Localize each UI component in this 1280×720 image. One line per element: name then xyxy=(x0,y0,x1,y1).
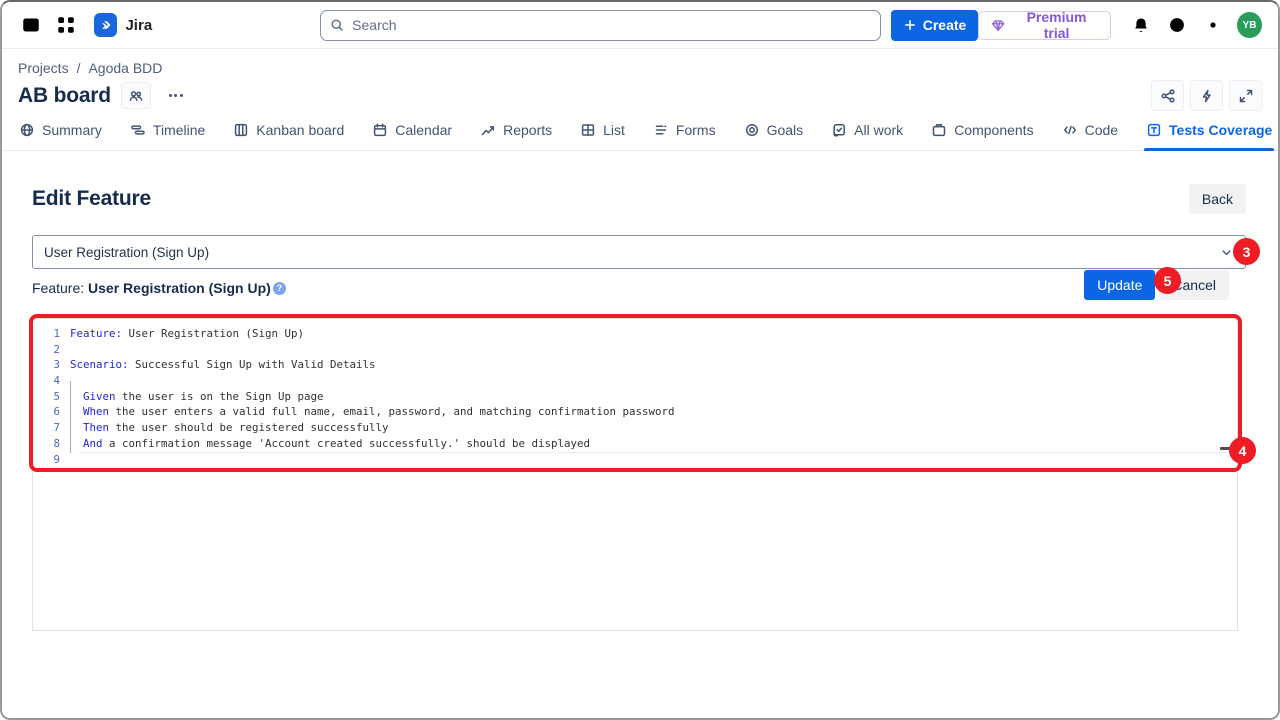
line-number: 1 xyxy=(33,326,60,342)
tests-coverage-panel: Edit Feature Back User Registration (Sig… xyxy=(2,181,1278,631)
diamond-icon xyxy=(990,17,1006,34)
allwork-icon xyxy=(831,122,847,138)
jira-logo[interactable] xyxy=(94,13,117,37)
notifications-bell-icon[interactable] xyxy=(1126,10,1155,40)
tab-list[interactable]: List xyxy=(579,119,626,150)
feature-editor-zone: 1 Feature: User Registration (Sign Up) 23S… xyxy=(32,318,1246,631)
feature-select[interactable]: User Registration (Sign Up) xyxy=(32,235,1246,269)
content-boundary-line xyxy=(79,452,1232,453)
board-header-actions xyxy=(1151,80,1262,111)
tab-components[interactable]: Components xyxy=(930,119,1034,150)
code-line[interactable]: 5 Given the user is on the Sign Up page xyxy=(33,389,1237,405)
code-line[interactable]: 2 xyxy=(33,342,1237,358)
tab-code[interactable]: Code xyxy=(1061,119,1119,150)
fullscreen-expand-icon[interactable] xyxy=(1229,80,1262,111)
gherkin-code-editor[interactable]: 1 Feature: User Registration (Sign Up) 23S… xyxy=(32,318,1238,631)
premium-trial-button[interactable]: Premium trial xyxy=(978,11,1111,40)
line-content: Feature: User Registration (Sign Up) xyxy=(70,326,304,342)
line-content: Given the user is on the Sign Up page xyxy=(70,389,324,405)
share-icon[interactable] xyxy=(1151,80,1184,111)
indent-guide xyxy=(70,381,71,453)
components-icon xyxy=(931,122,947,138)
feature-name-label: Feature: User Registration (Sign Up)? xyxy=(32,270,286,296)
feature-name: User Registration (Sign Up) xyxy=(88,280,271,296)
board-icon xyxy=(233,122,249,138)
search-container xyxy=(320,10,881,41)
code-line[interactable]: 4 xyxy=(33,373,1237,389)
feature-select-value: User Registration (Sign Up) xyxy=(44,245,209,260)
reports-icon xyxy=(480,122,496,138)
breadcrumb-separator: / xyxy=(77,60,81,76)
tab-kanban-board[interactable]: Kanban board xyxy=(232,119,345,150)
back-button[interactable]: Back xyxy=(1189,184,1246,214)
app-window: Jira Create Premium trial YB Projects / … xyxy=(0,0,1280,720)
update-button[interactable]: Update xyxy=(1084,270,1155,300)
feature-help-icon[interactable]: ? xyxy=(273,282,286,295)
app-title: Jira xyxy=(125,17,152,34)
code-line[interactable]: 9 xyxy=(33,452,1237,468)
forms-icon xyxy=(653,122,669,138)
line-content: Scenario: Successful Sign Up with Valid … xyxy=(70,357,376,373)
tab-calendar[interactable]: Calendar xyxy=(371,119,453,150)
tab-summary[interactable]: Summary xyxy=(18,119,103,150)
tab-tests-coverage[interactable]: Tests Coverage xyxy=(1145,119,1273,150)
app-switcher-icon[interactable] xyxy=(51,10,80,40)
code-line[interactable]: 3 Scenario: Successful Sign Up with Valid… xyxy=(33,357,1237,373)
calendar-icon xyxy=(372,122,388,138)
topbar-right-cluster: Premium trial YB xyxy=(978,10,1262,40)
settings-gear-icon[interactable] xyxy=(1198,10,1227,40)
team-members-button[interactable] xyxy=(121,82,151,109)
breadcrumb-project-name[interactable]: Agoda BDD xyxy=(88,60,162,76)
breadcrumb-projects[interactable]: Projects xyxy=(18,60,69,76)
line-number: 7 xyxy=(33,420,60,436)
tab-all-work[interactable]: All work xyxy=(830,119,904,150)
line-number: 2 xyxy=(33,342,60,358)
tab-timeline[interactable]: Timeline xyxy=(129,119,206,150)
code-line[interactable]: 1 Feature: User Registration (Sign Up) xyxy=(33,326,1237,342)
annotation-badge-5: 5 xyxy=(1154,267,1181,294)
search-icon xyxy=(329,17,345,33)
editor-lines: 1 Feature: User Registration (Sign Up) 23S… xyxy=(33,326,1237,467)
user-avatar[interactable]: YB xyxy=(1237,12,1262,38)
code-icon xyxy=(1062,122,1078,138)
top-navigation-bar: Jira Create Premium trial YB xyxy=(2,2,1278,49)
automation-bolt-icon[interactable] xyxy=(1190,80,1223,111)
line-content: Then the user should be registered succe… xyxy=(70,420,389,436)
board-tab-bar: Summary Timeline Kanban board Calendar Repor… xyxy=(2,111,1278,151)
code-line[interactable]: 7 Then the user should be registered suc… xyxy=(33,420,1237,436)
search-input[interactable] xyxy=(320,10,881,41)
plus-icon xyxy=(903,18,917,32)
line-number: 6 xyxy=(33,404,60,420)
line-number: 9 xyxy=(33,452,60,468)
board-title: AB board xyxy=(18,84,111,108)
line-number: 3 xyxy=(33,357,60,373)
globe-icon xyxy=(19,122,35,138)
goals-icon xyxy=(744,122,760,138)
line-number: 8 xyxy=(33,436,60,452)
breadcrumb: Projects / Agoda BDD xyxy=(18,60,1262,76)
line-number: 4 xyxy=(33,373,60,389)
line-content: When the user enters a valid full name, … xyxy=(70,404,675,420)
annotation-badge-3: 3 xyxy=(1233,238,1260,265)
help-icon[interactable] xyxy=(1162,10,1191,40)
tests-icon xyxy=(1146,122,1162,138)
tab-list: Summary Timeline Kanban board Calendar Repor… xyxy=(18,119,1273,150)
annotation-badge-4: 4 xyxy=(1229,437,1256,464)
tab-goals[interactable]: Goals xyxy=(743,119,805,150)
code-line[interactable]: 6 When the user enters a valid full name… xyxy=(33,404,1237,420)
sidebar-toggle-icon[interactable] xyxy=(16,10,45,40)
line-content: And a confirmation message 'Account crea… xyxy=(70,436,590,452)
tab-reports[interactable]: Reports xyxy=(479,119,553,150)
chevron-down-icon xyxy=(1219,245,1234,260)
tab-forms[interactable]: Forms xyxy=(652,119,717,150)
list-icon xyxy=(580,122,596,138)
more-options-icon[interactable] xyxy=(165,88,187,103)
timeline-icon xyxy=(130,122,146,138)
line-number: 5 xyxy=(33,389,60,405)
code-line[interactable]: 8 And a confirmation message 'Account cr… xyxy=(33,436,1237,452)
create-button[interactable]: Create xyxy=(891,10,979,41)
board-header: AB board xyxy=(18,80,1262,111)
page-title: Edit Feature xyxy=(32,187,151,211)
